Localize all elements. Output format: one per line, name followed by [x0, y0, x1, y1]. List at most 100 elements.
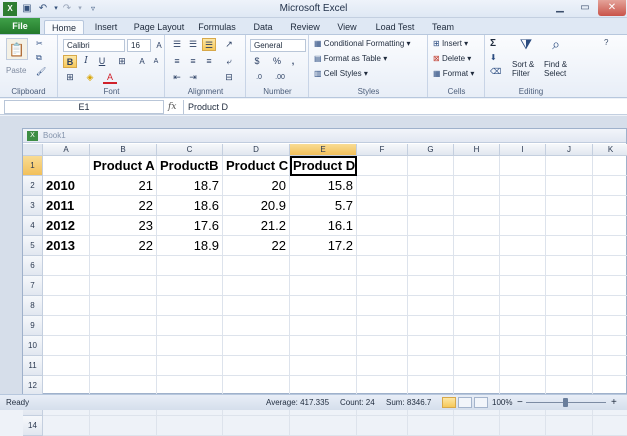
tab-load-test[interactable]: Load Test — [370, 20, 420, 34]
cell-h8[interactable] — [454, 296, 500, 316]
cell-k14[interactable] — [593, 416, 627, 436]
cell-a9[interactable] — [43, 316, 90, 336]
cell-c1[interactable]: ProductB — [157, 156, 223, 176]
fill-color-icon[interactable]: ◈ — [83, 71, 97, 84]
page-break-view-icon[interactable] — [474, 397, 488, 408]
cell-j5[interactable] — [546, 236, 593, 256]
align-left-icon[interactable]: ≡ — [170, 55, 184, 68]
tab-home[interactable]: Home — [44, 20, 84, 34]
name-box[interactable]: E1 — [4, 100, 164, 114]
align-middle-icon[interactable]: ☰ — [186, 38, 200, 51]
cell-k3[interactable] — [593, 196, 627, 216]
cell-i2[interactable] — [500, 176, 546, 196]
decrease-indent-icon[interactable]: ⇤ — [170, 71, 184, 84]
row-header-9[interactable]: 9 — [23, 316, 43, 336]
cell-c8[interactable] — [157, 296, 223, 316]
cell-h3[interactable] — [454, 196, 500, 216]
cell-a4[interactable]: 2012 — [43, 216, 90, 236]
cell-j14[interactable] — [546, 416, 593, 436]
cell-c2[interactable]: 18.7 — [157, 176, 223, 196]
cell-k7[interactable] — [593, 276, 627, 296]
cell-k4[interactable] — [593, 216, 627, 236]
cell-f8[interactable] — [357, 296, 408, 316]
cell-e5[interactable]: 17.2 — [290, 236, 357, 256]
cell-f10[interactable] — [357, 336, 408, 356]
cell-h2[interactable] — [454, 176, 500, 196]
font-color-button[interactable]: A — [103, 71, 117, 84]
cell-e9[interactable] — [290, 316, 357, 336]
cell-i8[interactable] — [500, 296, 546, 316]
cell-g6[interactable] — [408, 256, 454, 276]
cell-e12[interactable] — [290, 376, 357, 396]
cell-f9[interactable] — [357, 316, 408, 336]
cell-i4[interactable] — [500, 216, 546, 236]
column-header-j[interactable]: J — [546, 144, 593, 156]
cell-e4[interactable]: 16.1 — [290, 216, 357, 236]
cell-h12[interactable] — [454, 376, 500, 396]
align-right-icon[interactable]: ≡ — [202, 55, 216, 68]
cell-b8[interactable] — [90, 296, 157, 316]
cell-b12[interactable] — [90, 376, 157, 396]
cell-h7[interactable] — [454, 276, 500, 296]
cell-b10[interactable] — [90, 336, 157, 356]
autosum-button[interactable]: Σ — [490, 38, 496, 50]
cell-b9[interactable] — [90, 316, 157, 336]
decrease-decimal-button[interactable]: .00 — [270, 71, 290, 84]
page-layout-view-icon[interactable] — [458, 397, 472, 408]
bold-button[interactable]: B — [63, 55, 77, 68]
row-header-2[interactable]: 2 — [23, 176, 43, 196]
row-header-11[interactable]: 11 — [23, 356, 43, 376]
merge-center-icon[interactable]: ⊟ — [222, 71, 236, 84]
cell-j1[interactable] — [546, 156, 593, 176]
cell-g2[interactable] — [408, 176, 454, 196]
cell-k5[interactable] — [593, 236, 627, 256]
cell-a10[interactable] — [43, 336, 90, 356]
zoom-out-button[interactable]: − — [517, 395, 523, 410]
cell-i1[interactable] — [500, 156, 546, 176]
format-button[interactable]: ▦ Format ▾ — [433, 68, 474, 80]
cell-e11[interactable] — [290, 356, 357, 376]
cell-e3[interactable]: 5.7 — [290, 196, 357, 216]
grow-font-button[interactable]: A — [135, 55, 149, 68]
cell-f12[interactable] — [357, 376, 408, 396]
cell-j8[interactable] — [546, 296, 593, 316]
cell-i9[interactable] — [500, 316, 546, 336]
cell-g11[interactable] — [408, 356, 454, 376]
cell-j2[interactable] — [546, 176, 593, 196]
cell-d7[interactable] — [223, 276, 290, 296]
cell-e1[interactable]: Product D — [290, 156, 357, 176]
cell-j7[interactable] — [546, 276, 593, 296]
cell-b3[interactable]: 22 — [90, 196, 157, 216]
cell-a2[interactable]: 2010 — [43, 176, 90, 196]
row-header-4[interactable]: 4 — [23, 216, 43, 236]
cell-c7[interactable] — [157, 276, 223, 296]
cell-c14[interactable] — [157, 416, 223, 436]
cell-c4[interactable]: 17.6 — [157, 216, 223, 236]
conditional-formatting-button[interactable]: ▦ Conditional Formatting ▾ — [314, 38, 411, 50]
grow-font-icon[interactable]: A — [152, 39, 166, 52]
cell-g12[interactable] — [408, 376, 454, 396]
cell-e14[interactable] — [290, 416, 357, 436]
cell-k8[interactable] — [593, 296, 627, 316]
cell-a7[interactable] — [43, 276, 90, 296]
cell-h10[interactable] — [454, 336, 500, 356]
cell-k9[interactable] — [593, 316, 627, 336]
tab-team[interactable]: Team — [426, 20, 460, 34]
tab-formulas[interactable]: Formulas — [194, 20, 240, 34]
cell-c11[interactable] — [157, 356, 223, 376]
cell-f14[interactable] — [357, 416, 408, 436]
cell-h11[interactable] — [454, 356, 500, 376]
binoculars-icon[interactable]: ⌕ — [546, 37, 566, 51]
cut-icon[interactable]: ✂ — [36, 38, 43, 50]
cell-d8[interactable] — [223, 296, 290, 316]
select-all-corner[interactable] — [23, 144, 43, 156]
cell-d12[interactable] — [223, 376, 290, 396]
cell-d5[interactable]: 22 — [223, 236, 290, 256]
cell-i12[interactable] — [500, 376, 546, 396]
cell-k1[interactable] — [593, 156, 627, 176]
cell-a3[interactable]: 2011 — [43, 196, 90, 216]
cell-i14[interactable] — [500, 416, 546, 436]
tab-file[interactable]: File — [0, 18, 40, 34]
column-header-d[interactable]: D — [223, 144, 290, 156]
cell-j10[interactable] — [546, 336, 593, 356]
